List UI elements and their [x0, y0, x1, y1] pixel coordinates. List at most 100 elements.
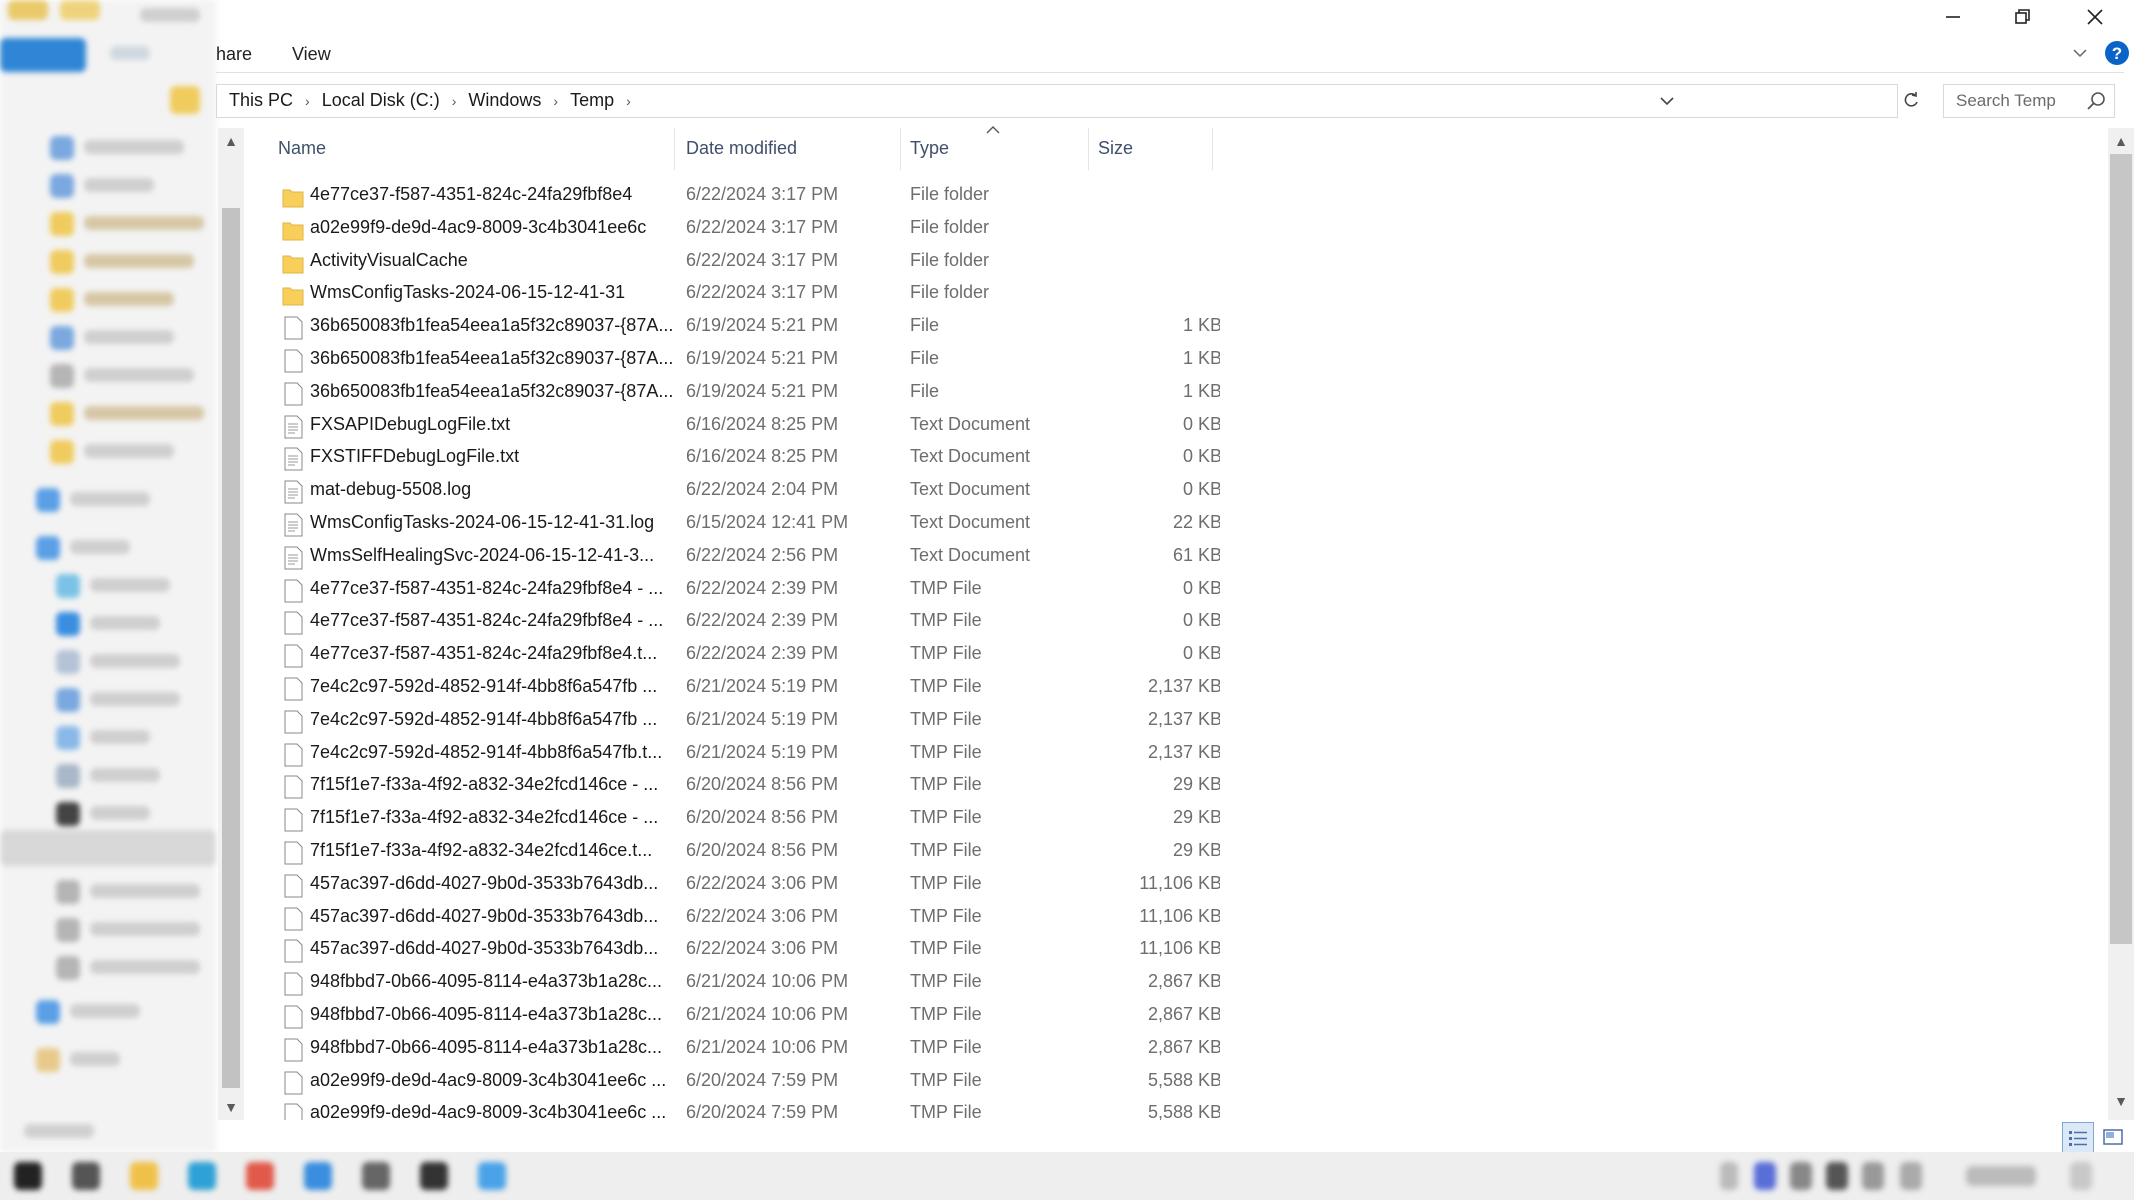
breadcrumb-temp[interactable]: Temp	[570, 90, 614, 111]
scrollbar-thumb[interactable]	[2110, 154, 2132, 944]
search-icon[interactable]	[2086, 91, 2106, 111]
app-icon[interactable]	[420, 1162, 448, 1190]
file-row[interactable]: 7e4c2c97-592d-4852-914f-4bb8f6a547fb.t..…	[270, 738, 1220, 771]
column-divider[interactable]	[900, 128, 901, 170]
network-icon[interactable]	[1826, 1162, 1848, 1190]
file-row[interactable]: 36b650083fb1fea54eea1a5f32c89037-{87A...…	[270, 311, 1220, 344]
chevron-right-icon[interactable]: ›	[626, 93, 631, 109]
battery-icon[interactable]	[1900, 1162, 1922, 1190]
column-divider[interactable]	[674, 128, 675, 170]
file-row[interactable]: WmsConfigTasks-2024-06-15-12-41-31.log 6/…	[270, 508, 1220, 541]
file-name: 4e77ce37-f587-4351-824c-24fa29fbf8e4	[310, 184, 633, 204]
column-divider[interactable]	[1212, 128, 1213, 170]
column-header-type[interactable]: Type	[910, 138, 949, 159]
large-icons-view-button[interactable]	[2098, 1122, 2128, 1152]
file-type: TMP File	[910, 676, 982, 696]
scrollbar-thumb[interactable]	[222, 208, 240, 1088]
file-row[interactable]: 7e4c2c97-592d-4852-914f-4bb8f6a547fb ...…	[270, 672, 1220, 705]
clock[interactable]	[1966, 1166, 2036, 1186]
file-icon	[282, 710, 304, 734]
column-divider[interactable]	[1088, 128, 1089, 170]
file-row[interactable]: 948fbbd7-0b66-4095-8114-e4a373b1a28c... 6…	[270, 1033, 1220, 1066]
file-row[interactable]: 457ac397-d6dd-4027-9b0d-3533b7643db... 6/…	[270, 869, 1220, 902]
file-date-modified: 6/22/2024 3:06 PM	[686, 872, 839, 893]
file-row[interactable]: WmsConfigTasks-2024-06-15-12-41-31 6/22/2…	[270, 278, 1220, 311]
file-row[interactable]: 4e77ce37-f587-4351-824c-24fa29fbf8e4 6/22…	[270, 180, 1220, 213]
file-row[interactable]: FXSTIFFDebugLogFile.txt 6/16/2024 8:25 PM…	[270, 442, 1220, 475]
file-size: 2,137 KB	[1147, 708, 1220, 729]
file-row[interactable]: FXSAPIDebugLogFile.txt 6/16/2024 8:25 PM T…	[270, 410, 1220, 443]
notification-icon[interactable]	[2070, 1162, 2092, 1190]
app-icon[interactable]	[246, 1162, 274, 1190]
file-row[interactable]: 7f15f1e7-f33a-4f92-a832-34e2fcd146ce - .…	[270, 770, 1220, 803]
file-list-scrollbar[interactable]: ▲ ▼	[2108, 128, 2134, 1120]
file-size: 29 KB	[1172, 774, 1220, 795]
file-row[interactable]: 4e77ce37-f587-4351-824c-24fa29fbf8e4.t..…	[270, 639, 1220, 672]
close-button[interactable]	[2060, 0, 2130, 34]
scroll-up-arrow-icon[interactable]: ▲	[218, 128, 244, 154]
start-button[interactable]	[14, 1162, 42, 1190]
column-header-size[interactable]: Size	[1098, 138, 1133, 159]
file-row[interactable]: 7f15f1e7-f33a-4f92-a832-34e2fcd146ce.t..…	[270, 836, 1220, 869]
file-icon	[282, 874, 304, 898]
file-date-modified: 6/22/2024 3:17 PM	[686, 184, 839, 204]
file-row[interactable]: 4e77ce37-f587-4351-824c-24fa29fbf8e4 - .…	[270, 574, 1220, 607]
column-header-name[interactable]: Name	[278, 138, 326, 159]
search-icon[interactable]	[72, 1162, 100, 1190]
file-row[interactable]: 948fbbd7-0b66-4095-8114-e4a373b1a28c... 6…	[270, 1000, 1220, 1033]
scroll-down-arrow-icon[interactable]: ▼	[218, 1094, 244, 1120]
search-input[interactable]: Search Temp	[1956, 91, 2056, 111]
chevron-right-icon[interactable]: ›	[553, 93, 558, 109]
breadcrumb-windows[interactable]: Windows	[468, 90, 541, 111]
scroll-down-arrow-icon[interactable]: ▼	[2108, 1088, 2134, 1114]
tab-view[interactable]: View	[292, 44, 331, 65]
minimize-button[interactable]	[1918, 0, 1988, 34]
breadcrumb-this-pc[interactable]: This PC	[229, 90, 293, 111]
address-history-dropdown[interactable]	[1654, 86, 1680, 116]
refresh-button[interactable]	[1898, 84, 1924, 116]
file-name: 948fbbd7-0b66-4095-8114-e4a373b1a28c...	[310, 971, 662, 992]
breadcrumb-local-disk[interactable]: Local Disk (C:)	[322, 90, 440, 111]
file-date-modified: 6/16/2024 8:25 PM	[686, 413, 839, 434]
search-box[interactable]: Search Temp	[1943, 84, 2115, 118]
app-icon[interactable]	[362, 1162, 390, 1190]
file-row[interactable]: mat-debug-5508.log 6/22/2024 2:04 PM Text …	[270, 475, 1220, 508]
restore-button[interactable]	[1988, 0, 2058, 34]
volume-icon[interactable]	[1862, 1162, 1884, 1190]
file-row[interactable]: a02e99f9-de9d-4ac9-8009-3c4b3041ee6c ...…	[270, 1066, 1220, 1099]
file-row[interactable]: ActivityVisualCache 6/22/2024 3:17 PM File…	[270, 246, 1220, 279]
tray-chevron-icon[interactable]	[1720, 1162, 1738, 1190]
navigation-pane-scrollbar[interactable]: ▲ ▼	[218, 128, 244, 1120]
file-date-modified: 6/21/2024 5:19 PM	[686, 741, 839, 762]
address-bar[interactable]: This PC › Local Disk (C:) › Windows › Te…	[216, 84, 1898, 118]
file-size: 2,137 KB	[1147, 676, 1220, 696]
file-date-modified: 6/22/2024 3:17 PM	[686, 282, 839, 303]
chevron-right-icon[interactable]: ›	[452, 93, 457, 109]
chevron-right-icon[interactable]: ›	[305, 93, 310, 109]
ribbon-expand-chevron-icon[interactable]	[2072, 46, 2088, 60]
scroll-up-arrow-icon[interactable]: ▲	[2108, 128, 2134, 154]
details-view-button[interactable]	[2062, 1122, 2094, 1154]
tray-app-icon[interactable]	[1790, 1162, 1812, 1190]
file-row[interactable]: 4e77ce37-f587-4351-824c-24fa29fbf8e4 - .…	[270, 606, 1220, 639]
file-row[interactable]: 457ac397-d6dd-4027-9b0d-3533b7643db... 6/…	[270, 902, 1220, 935]
tab-share[interactable]: hare	[216, 44, 252, 65]
file-row[interactable]: 7f15f1e7-f33a-4f92-a832-34e2fcd146ce - .…	[270, 803, 1220, 836]
file-row[interactable]: 457ac397-d6dd-4027-9b0d-3533b7643db... 6/…	[270, 934, 1220, 967]
app-icon[interactable]	[478, 1162, 506, 1190]
file-row[interactable]: 948fbbd7-0b66-4095-8114-e4a373b1a28c... 6…	[270, 967, 1220, 1000]
file-row[interactable]: a02e99f9-de9d-4ac9-8009-3c4b3041ee6c ...…	[270, 1098, 1220, 1120]
file-row[interactable]: 36b650083fb1fea54eea1a5f32c89037-{87A...…	[270, 344, 1220, 377]
file-row[interactable]: WmsSelfHealingSvc-2024-06-15-12-41-3... 6…	[270, 541, 1220, 574]
column-header-date-modified[interactable]: Date modified	[686, 138, 797, 159]
file-row[interactable]: 7e4c2c97-592d-4852-914f-4bb8f6a547fb ...…	[270, 705, 1220, 738]
file-icon	[282, 808, 304, 832]
file-row[interactable]: a02e99f9-de9d-4ac9-8009-3c4b3041ee6c 6/22…	[270, 213, 1220, 246]
edge-icon[interactable]	[188, 1162, 216, 1190]
file-explorer-icon[interactable]	[130, 1162, 158, 1190]
tray-app-icon[interactable]	[1754, 1162, 1776, 1190]
help-icon[interactable]: ?	[2104, 40, 2130, 66]
file-row[interactable]: 36b650083fb1fea54eea1a5f32c89037-{87A...…	[270, 377, 1220, 410]
file-icon	[282, 841, 304, 865]
app-icon[interactable]	[304, 1162, 332, 1190]
